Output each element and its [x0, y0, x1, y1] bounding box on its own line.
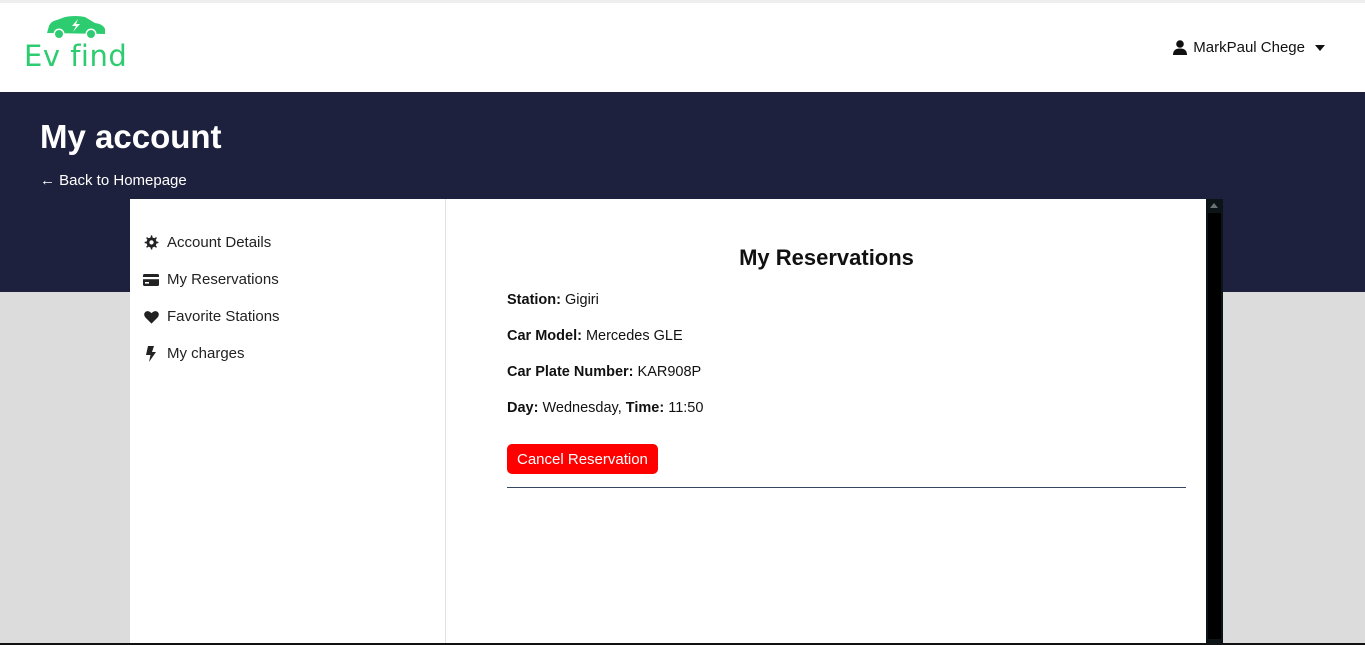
day-label: Day:	[507, 400, 539, 416]
page-title: My account	[40, 118, 222, 155]
sidebar-item-label: My charges	[167, 345, 245, 362]
heart-icon	[143, 309, 159, 325]
divider	[507, 487, 1186, 488]
day-time-row: Day: Wednesday, Time: 11:50	[507, 400, 703, 416]
user-icon	[1173, 40, 1188, 55]
logo[interactable]: Ev find	[22, 15, 132, 75]
user-name: MarkPaul Chege	[1193, 39, 1305, 56]
sidebar-item-label: My Reservations	[167, 271, 279, 288]
sidebar-item-account-details[interactable]: Account Details	[130, 224, 445, 261]
sidebar-item-favorite-stations[interactable]: Favorite Stations	[130, 298, 445, 335]
sidebar-item-my-reservations[interactable]: My Reservations	[130, 261, 445, 298]
sidebar-item-label: Account Details	[167, 234, 272, 251]
user-menu[interactable]: MarkPaul Chege	[1173, 39, 1325, 56]
cancel-reservation-button[interactable]: Cancel Reservation	[507, 444, 658, 474]
section-title: My Reservations	[739, 245, 914, 270]
logo-text: Ev find	[24, 39, 128, 73]
time-value: 11:50	[668, 400, 704, 416]
credit-card-icon	[143, 272, 159, 288]
account-card: Account Details My Reservations Favorite…	[130, 199, 1206, 645]
back-to-homepage-link[interactable]: ← Back to Homepage	[40, 172, 187, 189]
car-model-label: Car Model:	[507, 328, 582, 344]
sidebar-item-my-charges[interactable]: My charges	[130, 335, 445, 372]
reservations-panel: My Reservations Station: Gigiri Car Mode…	[447, 199, 1206, 645]
sidebar-item-label: Favorite Stations	[167, 308, 280, 325]
plate-label: Car Plate Number:	[507, 364, 634, 380]
car-model-row: Car Model: Mercedes GLE	[507, 328, 683, 344]
plate-row: Car Plate Number: KAR908P	[507, 364, 701, 380]
sidebar: Account Details My Reservations Favorite…	[130, 199, 446, 645]
caret-down-icon	[1315, 44, 1325, 51]
plate-value: KAR908P	[637, 364, 702, 380]
scroll-up-arrow-icon[interactable]	[1210, 203, 1218, 208]
scrollbar-thumb[interactable]	[1208, 213, 1221, 639]
navbar: Ev find MarkPaul Chege	[0, 3, 1365, 92]
car-model-value: Mercedes GLE	[585, 328, 683, 344]
gear-icon	[143, 235, 159, 251]
time-label: Time:	[625, 400, 665, 416]
station-row: Station: Gigiri	[507, 292, 599, 308]
station-value: Gigiri	[565, 292, 599, 308]
car-bolt-icon	[47, 16, 105, 40]
station-label: Station:	[507, 292, 561, 308]
bolt-icon	[143, 345, 159, 362]
day-value: Wednesday,	[542, 400, 622, 416]
scrollbar[interactable]	[1206, 199, 1223, 645]
